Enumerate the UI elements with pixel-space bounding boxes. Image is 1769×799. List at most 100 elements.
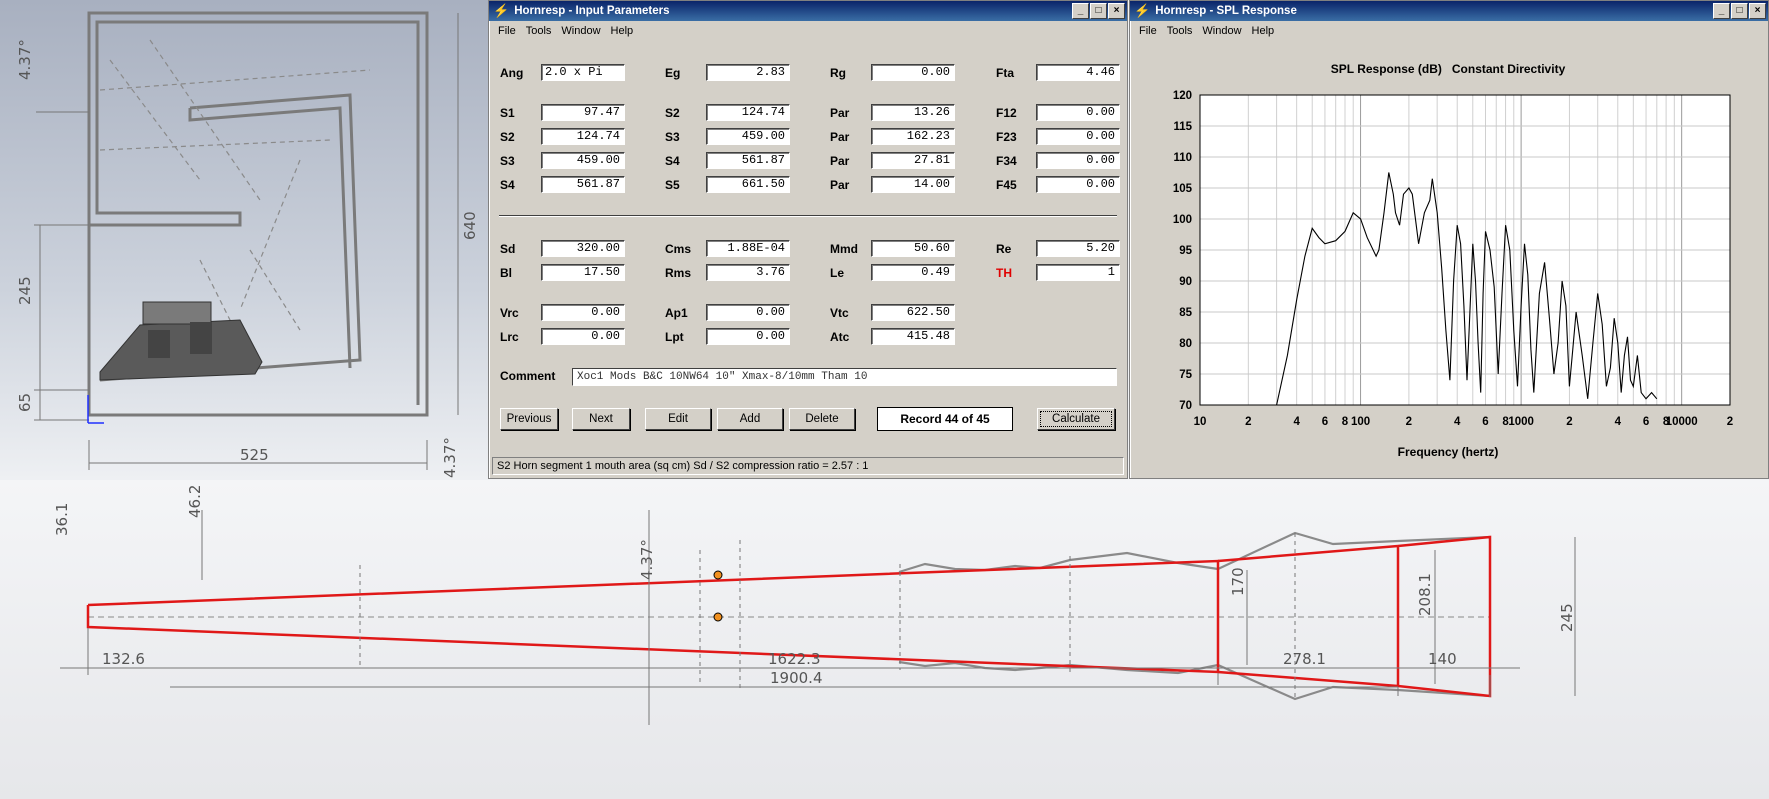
label-sd: Sd xyxy=(500,242,516,256)
field-fta[interactable]: 4.46 xyxy=(1036,64,1120,81)
cad-side-view: 4.37° 640 245 65 525 4.37° xyxy=(0,0,490,480)
field-ang[interactable]: 2.0 x Pi xyxy=(541,64,625,81)
input-window-title: Hornresp - Input Parameters xyxy=(514,5,670,17)
field-atc[interactable]: 415.48 xyxy=(871,328,955,345)
menu-window[interactable]: Window xyxy=(561,25,600,37)
minimize-button[interactable]: _ xyxy=(1713,3,1730,19)
field-par[interactable]: 27.81 xyxy=(871,152,955,169)
spl-response-chart: SPL Response (dB) Constant Directivity 1… xyxy=(1173,62,1733,459)
field-par[interactable]: 13.26 xyxy=(871,104,955,121)
next-button[interactable]: Next xyxy=(572,408,630,430)
y-tick-label: 85 xyxy=(1179,307,1192,319)
x-tick-label: 2 xyxy=(1245,416,1251,428)
field-lpt[interactable]: 0.00 xyxy=(706,328,790,345)
y-tick-label: 115 xyxy=(1173,121,1192,133)
field-f12[interactable]: 0.00 xyxy=(1036,104,1120,121)
menu-help[interactable]: Help xyxy=(611,25,634,37)
x-tick-label: 6 xyxy=(1643,416,1649,428)
delete-button[interactable]: Delete xyxy=(789,408,855,430)
menu-file[interactable]: File xyxy=(498,25,516,37)
field-ap1[interactable]: 0.00 xyxy=(706,304,790,321)
field-s2[interactable]: 124.74 xyxy=(541,128,625,145)
menu-window[interactable]: Window xyxy=(1202,25,1241,37)
field-re[interactable]: 5.20 xyxy=(1036,240,1120,257)
field-s3[interactable]: 459.00 xyxy=(706,128,790,145)
field-s5[interactable]: 661.50 xyxy=(706,176,790,193)
label-s4: S4 xyxy=(665,154,680,168)
field-s2[interactable]: 124.74 xyxy=(706,104,790,121)
spl-window-titlebar[interactable]: ⚡ Hornresp - SPL Response _ □ × xyxy=(1130,1,1768,21)
input-window-titlebar[interactable]: ⚡ Hornresp - Input Parameters _ □ × xyxy=(489,1,1127,21)
dim-36-1: 36.1 xyxy=(53,503,71,536)
comment-label: Comment xyxy=(500,369,556,383)
field-f23[interactable]: 0.00 xyxy=(1036,128,1120,145)
label-s4: S4 xyxy=(500,178,515,192)
field-s4[interactable]: 561.87 xyxy=(706,152,790,169)
field-par[interactable]: 14.00 xyxy=(871,176,955,193)
label-lpt: Lpt xyxy=(665,330,684,344)
label-par: Par xyxy=(830,106,850,120)
close-button[interactable]: × xyxy=(1108,3,1125,19)
field-s3[interactable]: 459.00 xyxy=(541,152,625,169)
add-button[interactable]: Add xyxy=(717,408,783,430)
field-rg[interactable]: 0.00 xyxy=(871,64,955,81)
field-mmd[interactable]: 50.60 xyxy=(871,240,955,257)
label-rg: Rg xyxy=(830,66,846,80)
menu-file[interactable]: File xyxy=(1139,25,1157,37)
field-f34[interactable]: 0.00 xyxy=(1036,152,1120,169)
field-s4[interactable]: 561.87 xyxy=(541,176,625,193)
x-tick-label: 10 xyxy=(1194,416,1207,428)
input-window-menubar: File Tools Window Help xyxy=(489,21,1127,41)
field-eg[interactable]: 2.83 xyxy=(706,64,790,81)
menu-tools[interactable]: Tools xyxy=(1167,25,1193,37)
selected-point xyxy=(713,570,723,580)
hornresp-logo-icon: ⚡ xyxy=(1134,3,1151,18)
label-mmd: Mmd xyxy=(830,242,858,256)
field-s1[interactable]: 97.47 xyxy=(541,104,625,121)
label-vrc: Vrc xyxy=(500,306,519,320)
label-s2: S2 xyxy=(500,130,515,144)
label-le: Le xyxy=(830,266,845,280)
spl-window-title: Hornresp - SPL Response xyxy=(1155,5,1297,17)
field-cms[interactable]: 1.88E-04 xyxy=(706,240,790,257)
label-ap1: Ap1 xyxy=(665,306,688,320)
x-tick-label: 2 xyxy=(1566,416,1572,428)
field-par[interactable]: 162.23 xyxy=(871,128,955,145)
comment-field[interactable]: Xoc1 Mods B&C 10NW64 10" Xmax-8/10mm Tha… xyxy=(572,368,1117,386)
x-tick-label: 8 xyxy=(1342,416,1349,428)
calculate-button[interactable]: Calculate xyxy=(1037,408,1115,430)
previous-button[interactable]: Previous xyxy=(500,408,558,430)
field-le[interactable]: 0.49 xyxy=(871,264,955,281)
dim-278-1: 278.1 xyxy=(1283,650,1326,668)
field-f45[interactable]: 0.00 xyxy=(1036,176,1120,193)
menu-tools[interactable]: Tools xyxy=(526,25,552,37)
label-s5: S5 xyxy=(665,178,680,192)
edit-button[interactable]: Edit xyxy=(645,408,711,430)
label-th: TH xyxy=(996,266,1012,280)
field-th[interactable]: 1 xyxy=(1036,264,1120,281)
minimize-button[interactable]: _ xyxy=(1072,3,1089,19)
label-par: Par xyxy=(830,154,850,168)
x-tick-label: 4 xyxy=(1293,416,1300,428)
maximize-button[interactable]: □ xyxy=(1090,3,1107,19)
field-sd[interactable]: 320.00 xyxy=(541,240,625,257)
close-button[interactable]: × xyxy=(1749,3,1766,19)
x-axis-label: Frequency (hertz) xyxy=(1398,445,1499,459)
dim-angle-bottom: 4.37° xyxy=(441,437,459,478)
maximize-button[interactable]: □ xyxy=(1731,3,1748,19)
label-atc: Atc xyxy=(830,330,850,344)
x-tick-label: 2 xyxy=(1727,416,1733,428)
y-tick-label: 90 xyxy=(1179,276,1192,288)
menu-help[interactable]: Help xyxy=(1252,25,1275,37)
field-vtc[interactable]: 622.50 xyxy=(871,304,955,321)
field-bl[interactable]: 17.50 xyxy=(541,264,625,281)
dim-1900-4: 1900.4 xyxy=(770,669,823,687)
field-rms[interactable]: 3.76 xyxy=(706,264,790,281)
hornresp-logo-icon: ⚡ xyxy=(493,3,510,18)
label-f12: F12 xyxy=(996,106,1017,120)
field-lrc[interactable]: 0.00 xyxy=(541,328,625,345)
dim-46-2: 46.2 xyxy=(186,485,204,518)
field-vrc[interactable]: 0.00 xyxy=(541,304,625,321)
chart-title: SPL Response (dB) Constant Directivity xyxy=(1331,62,1566,76)
x-tick-label: 1000 xyxy=(1508,416,1534,428)
